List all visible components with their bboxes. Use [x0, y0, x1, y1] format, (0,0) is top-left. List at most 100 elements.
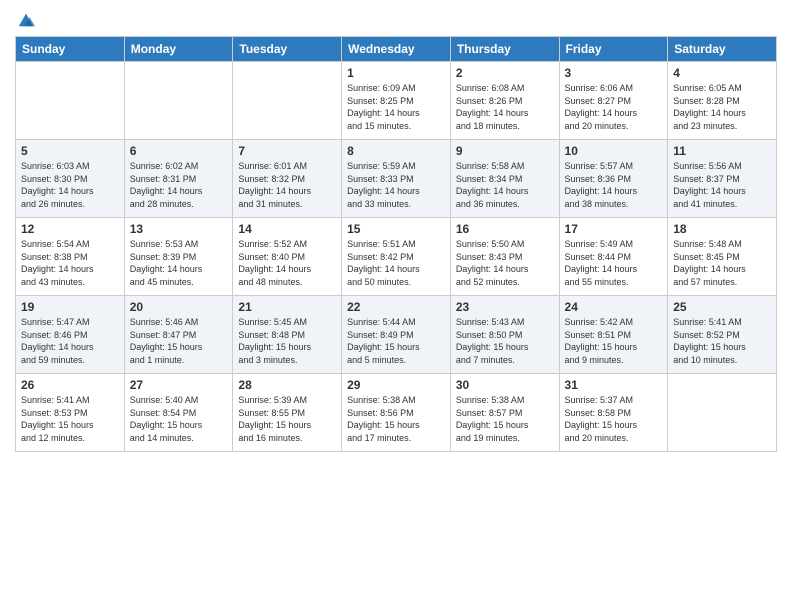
day-info: Sunrise: 5:48 AM Sunset: 8:45 PM Dayligh…: [673, 238, 771, 288]
day-info: Sunrise: 5:50 AM Sunset: 8:43 PM Dayligh…: [456, 238, 554, 288]
calendar-cell: [16, 62, 125, 140]
week-row-5: 26Sunrise: 5:41 AM Sunset: 8:53 PM Dayli…: [16, 374, 777, 452]
calendar-cell: 9 Sunrise: 5:58 AM Sunset: 8:34 PM Daylig…: [450, 140, 559, 218]
calendar-cell: 11 Sunrise: 5:56 AM Sunset: 8:37 PM Dayli…: [668, 140, 777, 218]
calendar-cell: 20 Sunrise: 5:46 AM Sunset: 8:47 PM Dayli…: [124, 296, 233, 374]
calendar-cell: 26Sunrise: 5:41 AM Sunset: 8:53 PM Dayli…: [16, 374, 125, 452]
logo: [15, 10, 35, 28]
day-number: 29: [347, 378, 445, 392]
calendar-cell: 10Sunrise: 5:57 AM Sunset: 8:36 PM Dayli…: [559, 140, 668, 218]
day-info: Sunrise: 6:03 AM Sunset: 8:30 PM Dayligh…: [21, 160, 119, 210]
day-info: Sunrise: 6:05 AM Sunset: 8:28 PM Dayligh…: [673, 82, 771, 132]
week-row-2: 5 Sunrise: 6:03 AM Sunset: 8:30 PM Daylig…: [16, 140, 777, 218]
calendar-body: 1Sunrise: 6:09 AM Sunset: 8:25 PM Daylig…: [16, 62, 777, 452]
day-info: Sunrise: 5:44 AM Sunset: 8:49 PM Dayligh…: [347, 316, 445, 366]
day-number: 7: [238, 144, 336, 158]
day-info: Sunrise: 5:46 AM Sunset: 8:47 PM Dayligh…: [130, 316, 228, 366]
calendar-cell: 15 Sunrise: 5:51 AM Sunset: 8:42 PM Dayli…: [342, 218, 451, 296]
day-info: Sunrise: 5:54 AM Sunset: 8:38 PM Dayligh…: [21, 238, 119, 288]
day-info: Sunrise: 5:51 AM Sunset: 8:42 PM Dayligh…: [347, 238, 445, 288]
day-info: Sunrise: 5:38 AM Sunset: 8:56 PM Dayligh…: [347, 394, 445, 444]
calendar-cell: 4 Sunrise: 6:05 AM Sunset: 8:28 PM Daylig…: [668, 62, 777, 140]
day-info: Sunrise: 5:42 AM Sunset: 8:51 PM Dayligh…: [565, 316, 663, 366]
calendar-cell: 8 Sunrise: 5:59 AM Sunset: 8:33 PM Daylig…: [342, 140, 451, 218]
calendar-cell: [124, 62, 233, 140]
calendar-cell: [233, 62, 342, 140]
day-info: Sunrise: 5:45 AM Sunset: 8:48 PM Dayligh…: [238, 316, 336, 366]
day-number: 6: [130, 144, 228, 158]
calendar-cell: 1Sunrise: 6:09 AM Sunset: 8:25 PM Daylig…: [342, 62, 451, 140]
day-number: 3: [565, 66, 663, 80]
day-number: 19: [21, 300, 119, 314]
calendar-cell: 14Sunrise: 5:52 AM Sunset: 8:40 PM Dayli…: [233, 218, 342, 296]
weekday-header-thursday: Thursday: [450, 37, 559, 62]
logo-icon: [17, 10, 35, 28]
calendar-cell: 29 Sunrise: 5:38 AM Sunset: 8:56 PM Dayli…: [342, 374, 451, 452]
calendar-cell: 12 Sunrise: 5:54 AM Sunset: 8:38 PM Dayli…: [16, 218, 125, 296]
weekday-header-sunday: Sunday: [16, 37, 125, 62]
calendar-cell: 27 Sunrise: 5:40 AM Sunset: 8:54 PM Dayli…: [124, 374, 233, 452]
day-number: 9: [456, 144, 554, 158]
calendar-cell: 31 Sunrise: 5:37 AM Sunset: 8:58 PM Dayli…: [559, 374, 668, 452]
day-info: Sunrise: 5:40 AM Sunset: 8:54 PM Dayligh…: [130, 394, 228, 444]
day-number: 22: [347, 300, 445, 314]
day-info: Sunrise: 6:02 AM Sunset: 8:31 PM Dayligh…: [130, 160, 228, 210]
week-row-4: 19 Sunrise: 5:47 AM Sunset: 8:46 PM Dayli…: [16, 296, 777, 374]
day-number: 18: [673, 222, 771, 236]
day-number: 31: [565, 378, 663, 392]
day-info: Sunrise: 6:01 AM Sunset: 8:32 PM Dayligh…: [238, 160, 336, 210]
day-info: Sunrise: 5:58 AM Sunset: 8:34 PM Dayligh…: [456, 160, 554, 210]
day-info: Sunrise: 5:52 AM Sunset: 8:40 PM Dayligh…: [238, 238, 336, 288]
calendar-cell: 2Sunrise: 6:08 AM Sunset: 8:26 PM Daylig…: [450, 62, 559, 140]
day-info: Sunrise: 5:38 AM Sunset: 8:57 PM Dayligh…: [456, 394, 554, 444]
day-info: Sunrise: 6:06 AM Sunset: 8:27 PM Dayligh…: [565, 82, 663, 132]
day-info: Sunrise: 5:37 AM Sunset: 8:58 PM Dayligh…: [565, 394, 663, 444]
day-number: 13: [130, 222, 228, 236]
calendar-cell: 23Sunrise: 5:43 AM Sunset: 8:50 PM Dayli…: [450, 296, 559, 374]
calendar-table: SundayMondayTuesdayWednesdayThursdayFrid…: [15, 36, 777, 452]
calendar-cell: 19 Sunrise: 5:47 AM Sunset: 8:46 PM Dayli…: [16, 296, 125, 374]
day-number: 25: [673, 300, 771, 314]
day-number: 28: [238, 378, 336, 392]
calendar-cell: 30 Sunrise: 5:38 AM Sunset: 8:57 PM Dayli…: [450, 374, 559, 452]
day-info: Sunrise: 5:59 AM Sunset: 8:33 PM Dayligh…: [347, 160, 445, 210]
calendar-cell: 17Sunrise: 5:49 AM Sunset: 8:44 PM Dayli…: [559, 218, 668, 296]
weekday-header-tuesday: Tuesday: [233, 37, 342, 62]
day-number: 21: [238, 300, 336, 314]
day-number: 4: [673, 66, 771, 80]
logo-text: [15, 10, 35, 28]
calendar-cell: 13 Sunrise: 5:53 AM Sunset: 8:39 PM Dayli…: [124, 218, 233, 296]
calendar-cell: [668, 374, 777, 452]
calendar-cell: 21 Sunrise: 5:45 AM Sunset: 8:48 PM Dayli…: [233, 296, 342, 374]
calendar-cell: 25Sunrise: 5:41 AM Sunset: 8:52 PM Dayli…: [668, 296, 777, 374]
day-number: 20: [130, 300, 228, 314]
day-number: 12: [21, 222, 119, 236]
weekday-header-wednesday: Wednesday: [342, 37, 451, 62]
day-number: 11: [673, 144, 771, 158]
day-number: 10: [565, 144, 663, 158]
day-number: 5: [21, 144, 119, 158]
header: [15, 10, 777, 28]
day-number: 1: [347, 66, 445, 80]
day-info: Sunrise: 5:56 AM Sunset: 8:37 PM Dayligh…: [673, 160, 771, 210]
calendar-cell: 18 Sunrise: 5:48 AM Sunset: 8:45 PM Dayli…: [668, 218, 777, 296]
weekday-header-row: SundayMondayTuesdayWednesdayThursdayFrid…: [16, 37, 777, 62]
day-info: Sunrise: 5:47 AM Sunset: 8:46 PM Dayligh…: [21, 316, 119, 366]
weekday-header-monday: Monday: [124, 37, 233, 62]
weekday-header-saturday: Saturday: [668, 37, 777, 62]
day-number: 27: [130, 378, 228, 392]
weekday-header-friday: Friday: [559, 37, 668, 62]
day-number: 17: [565, 222, 663, 236]
day-info: Sunrise: 5:43 AM Sunset: 8:50 PM Dayligh…: [456, 316, 554, 366]
calendar-cell: 28Sunrise: 5:39 AM Sunset: 8:55 PM Dayli…: [233, 374, 342, 452]
day-number: 8: [347, 144, 445, 158]
calendar-cell: 24 Sunrise: 5:42 AM Sunset: 8:51 PM Dayli…: [559, 296, 668, 374]
day-number: 30: [456, 378, 554, 392]
day-number: 26: [21, 378, 119, 392]
day-number: 15: [347, 222, 445, 236]
page: SundayMondayTuesdayWednesdayThursdayFrid…: [0, 0, 792, 612]
calendar-cell: 6 Sunrise: 6:02 AM Sunset: 8:31 PM Daylig…: [124, 140, 233, 218]
calendar-cell: 22 Sunrise: 5:44 AM Sunset: 8:49 PM Dayli…: [342, 296, 451, 374]
day-info: Sunrise: 5:53 AM Sunset: 8:39 PM Dayligh…: [130, 238, 228, 288]
day-number: 24: [565, 300, 663, 314]
